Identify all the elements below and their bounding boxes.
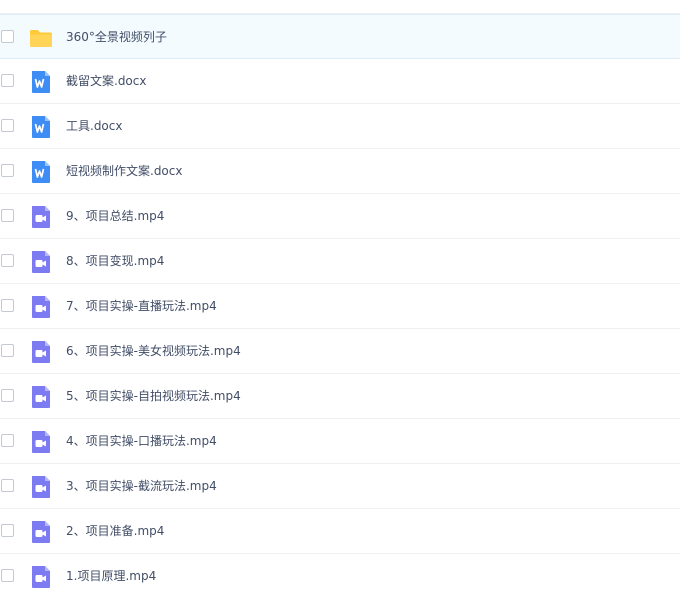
row-checkbox[interactable] [1, 209, 14, 222]
file-row[interactable]: 3、项目实操-截流玩法.mp4 [0, 464, 680, 509]
row-checkbox[interactable] [1, 479, 14, 492]
file-name[interactable]: 7、项目实操-直播玩法.mp4 [66, 284, 217, 328]
file-row[interactable]: 7、项目实操-直播玩法.mp4 [0, 284, 680, 329]
folder-icon [29, 26, 53, 50]
row-checkbox[interactable] [1, 434, 14, 447]
file-row[interactable]: 截留文案.docx [0, 59, 680, 104]
row-checkbox[interactable] [1, 30, 14, 43]
file-row[interactable]: 6、项目实操-美女视频玩法.mp4 [0, 329, 680, 374]
file-row[interactable]: 360°全景视频列子 [0, 14, 680, 59]
file-row[interactable]: 8、项目变现.mp4 [0, 239, 680, 284]
file-name[interactable]: 工具.docx [66, 104, 122, 148]
video-file-icon [29, 520, 53, 544]
row-checkbox[interactable] [1, 164, 14, 177]
row-checkbox[interactable] [1, 569, 14, 582]
file-name[interactable]: 截留文案.docx [66, 59, 146, 103]
row-checkbox[interactable] [1, 119, 14, 132]
file-name[interactable]: 短视频制作文案.docx [66, 149, 182, 193]
file-row[interactable]: 短视频制作文案.docx [0, 149, 680, 194]
list-top-edge [0, 0, 680, 14]
row-checkbox[interactable] [1, 299, 14, 312]
file-name[interactable]: 1.项目原理.mp4 [66, 554, 156, 589]
file-row[interactable]: 工具.docx [0, 104, 680, 149]
row-checkbox[interactable] [1, 524, 14, 537]
file-name[interactable]: 3、项目实操-截流玩法.mp4 [66, 464, 217, 508]
file-row[interactable]: 9、项目总结.mp4 [0, 194, 680, 239]
row-checkbox[interactable] [1, 344, 14, 357]
file-name[interactable]: 5、项目实操-自拍视频玩法.mp4 [66, 374, 241, 418]
file-name[interactable]: 6、项目实操-美女视频玩法.mp4 [66, 329, 241, 373]
word-doc-icon [29, 70, 53, 94]
video-file-icon [29, 295, 53, 319]
video-file-icon [29, 565, 53, 589]
video-file-icon [29, 475, 53, 499]
file-name[interactable]: 4、项目实操-口播玩法.mp4 [66, 419, 217, 463]
file-row[interactable]: 4、项目实操-口播玩法.mp4 [0, 419, 680, 464]
file-name[interactable]: 360°全景视频列子 [66, 15, 167, 59]
file-name[interactable]: 8、项目变现.mp4 [66, 239, 164, 283]
file-row[interactable]: 5、项目实操-自拍视频玩法.mp4 [0, 374, 680, 419]
video-file-icon [29, 250, 53, 274]
row-checkbox[interactable] [1, 254, 14, 267]
file-name[interactable]: 9、项目总结.mp4 [66, 194, 164, 238]
row-checkbox[interactable] [1, 74, 14, 87]
file-row[interactable]: 2、项目准备.mp4 [0, 509, 680, 554]
video-file-icon [29, 205, 53, 229]
word-doc-icon [29, 160, 53, 184]
video-file-icon [29, 340, 53, 364]
video-file-icon [29, 430, 53, 454]
video-file-icon [29, 385, 53, 409]
file-list: 360°全景视频列子 截留文案.docx 工具.docx 短视频制作文案.doc… [0, 0, 680, 589]
word-doc-icon [29, 115, 53, 139]
file-name[interactable]: 2、项目准备.mp4 [66, 509, 164, 553]
row-checkbox[interactable] [1, 389, 14, 402]
file-row[interactable]: 1.项目原理.mp4 [0, 554, 680, 589]
